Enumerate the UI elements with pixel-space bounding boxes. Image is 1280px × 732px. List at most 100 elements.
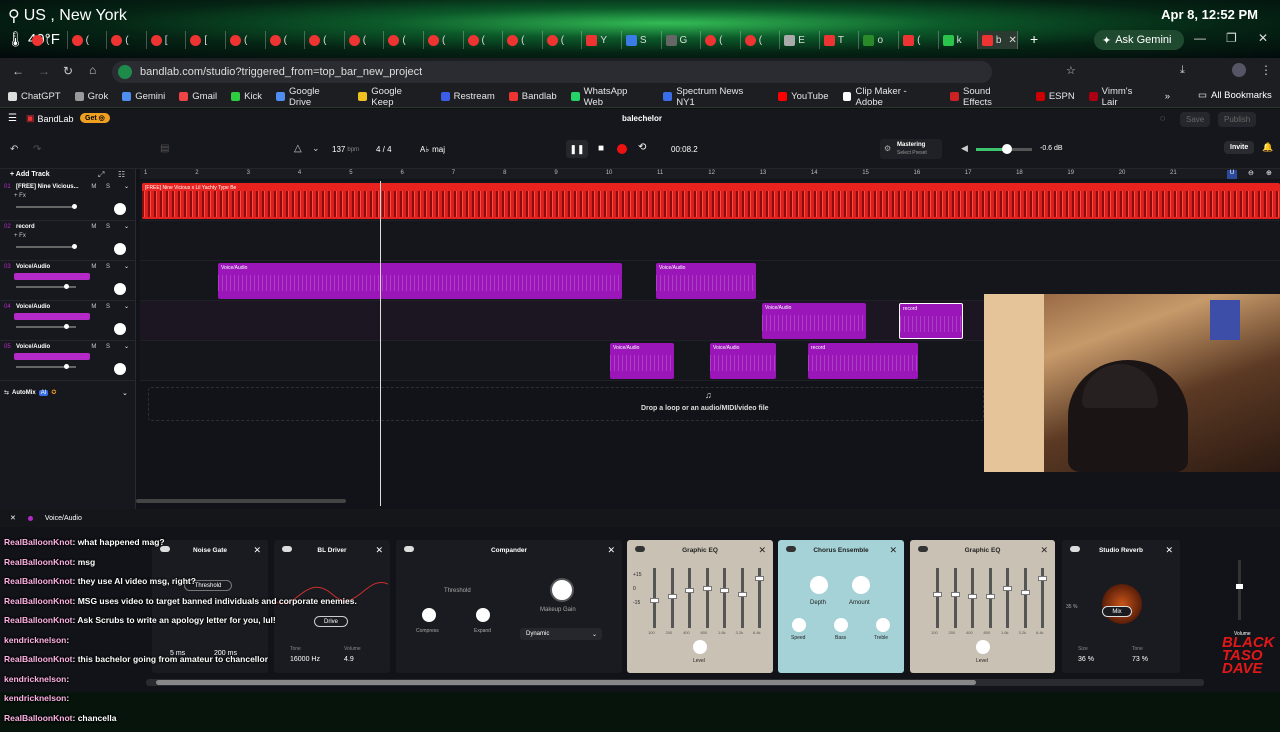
browser-tab[interactable]: ( [424,31,464,49]
level-knob[interactable] [976,640,990,654]
invite-button[interactable]: Invite [1224,141,1254,154]
master-volume-slider[interactable] [976,148,1032,151]
save-button[interactable]: Save [1180,112,1210,127]
expand-knob[interactable] [476,608,490,622]
plugin-graphic-eq-2[interactable]: Graphic EQ✕ 1002004008001.6k3.2k6.4k Lev… [910,540,1055,673]
track-volume-handle[interactable] [64,324,69,329]
add-fx-button[interactable]: + Fx [14,193,26,199]
eq-fader-handle[interactable] [650,598,659,603]
bookmark-item[interactable]: Spectrum News NY1 [663,86,764,108]
eq-band-fader[interactable]: 100 [936,568,939,628]
bookmark-item[interactable]: Clip Maker - Adobe [843,86,937,108]
browser-tab[interactable]: b✕ [978,31,1018,49]
depth-knob[interactable] [810,576,828,594]
hamburger-menu-icon[interactable]: ☰ [8,113,17,124]
horizontal-scrollbar[interactable] [136,499,346,503]
eq-fader-handle[interactable] [720,588,729,593]
browser-tab[interactable]: k [939,31,979,49]
compress-knob[interactable] [422,608,436,622]
bookmark-item[interactable]: Google Drive [276,86,344,108]
bookmark-item[interactable]: Gemini [122,91,165,102]
amount-knob[interactable] [852,576,870,594]
mute-solo-buttons[interactable]: M S [91,344,114,350]
browser-tab[interactable]: ( [701,31,741,49]
track-pan-knob[interactable] [114,323,126,335]
eq-fader-handle[interactable] [1003,586,1012,591]
plugin-studio-reverb[interactable]: Studio Reverb✕ 35 % Mix Size 36 % Tone 7… [1062,540,1180,673]
bookmark-item[interactable]: ESPN [1036,91,1075,102]
forward-icon[interactable]: → [38,64,50,78]
browser-tab[interactable]: ( [384,31,424,49]
home-icon[interactable]: ⌂ [89,63,96,77]
back-icon[interactable]: ← [12,64,24,78]
tool-icon[interactable]: ⤢ [98,170,104,180]
speaker-icon[interactable]: ◀ [961,143,968,154]
tone-value[interactable]: 73 % [1132,656,1148,663]
eq-band-fader[interactable]: 6.4k [758,568,761,628]
remove-plugin-icon[interactable]: ✕ [758,545,766,556]
browser-tab[interactable]: ( [266,31,306,49]
audio-clip[interactable]: Voice/Audio [218,263,622,299]
get-membership-button[interactable]: Get ◎ [80,113,110,123]
mute-solo-buttons[interactable]: M S [91,264,114,270]
stop-icon[interactable]: ■ [592,140,610,158]
ask-gemini-button[interactable]: ✦Ask Gemini [1094,30,1184,50]
track-name[interactable]: record [16,224,35,230]
mute-solo-buttons[interactable]: M S [91,304,114,310]
treble-knob[interactable] [876,618,890,632]
output-volume-handle[interactable] [1236,584,1243,589]
bookmark-item[interactable]: ChatGPT [8,91,61,102]
redo-icon[interactable]: ↷ [33,144,41,155]
size-value[interactable]: 36 % [1078,656,1094,663]
new-tab-button[interactable]: + [1030,31,1038,47]
track-volume-handle[interactable] [64,364,69,369]
eq-band-fader[interactable]: 400 [688,568,691,628]
bookmark-item[interactable]: Google Keep [358,86,426,108]
track-name[interactable]: [FREE] Nine Vicious... [16,184,79,190]
track-name[interactable]: Voice/Audio [16,344,50,350]
browser-tab[interactable]: ( [741,31,781,49]
track-name[interactable]: Voice/Audio [16,264,50,270]
eq-fader-handle[interactable] [668,594,677,599]
undo-icon[interactable]: ↶ [10,144,18,155]
eq-band-fader[interactable]: 200 [954,568,957,628]
minimize-icon[interactable]: — [1194,31,1206,45]
track-volume-slider[interactable] [16,286,76,288]
zoom-in-icon[interactable]: ⊕ [1266,169,1272,177]
browser-tab[interactable]: [ [186,31,226,49]
track-chevron-icon[interactable]: ⌄ [124,183,129,190]
eq-band-fader[interactable]: 6.4k [1041,568,1044,628]
eq-fader-handle[interactable] [968,594,977,599]
remove-plugin-icon[interactable]: ✕ [1165,545,1173,556]
browser-tab[interactable]: Y [582,31,622,49]
mode-dropdown[interactable]: Dynamic⌄ [520,628,602,640]
playhead[interactable] [380,181,381,506]
record-icon[interactable] [617,144,627,154]
browser-tab[interactable]: ( [226,31,266,49]
publish-button[interactable]: Publish [1218,112,1256,127]
level-knob[interactable] [693,640,707,654]
eq-fader-handle[interactable] [685,588,694,593]
browser-tab[interactable]: ( [68,31,108,49]
automix-chevron-icon[interactable]: ⌄ [122,389,128,397]
add-fx-button[interactable]: + Fx [14,233,26,239]
maximize-icon[interactable]: ❐ [1226,31,1237,45]
track-volume-handle[interactable] [64,284,69,289]
bookmark-item[interactable]: Vimm's Lair [1089,86,1151,108]
bookmark-item[interactable]: YouTube [778,91,828,102]
drop-zone[interactable]: ♫ Drop a loop or an audio/MIDI/video fil… [148,387,984,421]
plugin-compander[interactable]: Compander✕ Threshold Compress Expand Mak… [396,540,622,673]
mastering-button[interactable]: ⚙ Mastering Select Preset [880,139,942,159]
audio-clip[interactable]: Voice/Audio [656,263,756,299]
zoom-out-icon[interactable]: ⊖ [1248,169,1254,177]
master-volume-knob[interactable] [1002,144,1012,154]
track-chevron-icon[interactable]: ⌄ [124,263,129,270]
loop-icon[interactable]: ⟲ [638,142,646,153]
grid-icon[interactable]: ▤ [160,143,169,154]
pause-icon[interactable]: ❚❚ [566,140,588,158]
browser-tab[interactable]: G [662,31,702,49]
track-volume-slider[interactable] [16,326,76,328]
eq-band-fader[interactable]: 200 [671,568,674,628]
browser-tab[interactable]: ( [345,31,385,49]
audio-clip[interactable]: record [899,303,963,339]
